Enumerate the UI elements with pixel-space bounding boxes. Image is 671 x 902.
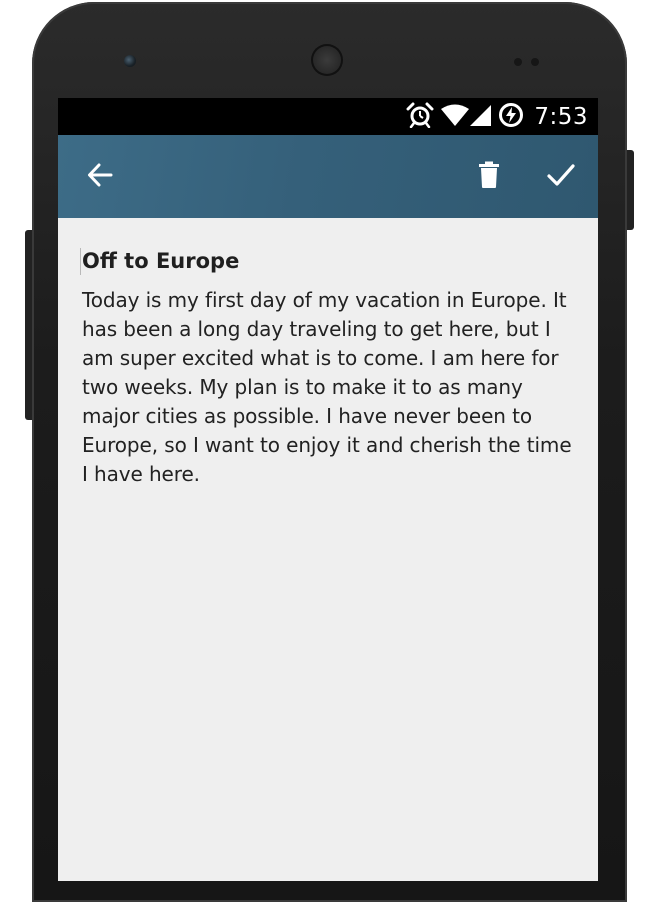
- note-title: Off to Europe: [82, 249, 240, 273]
- proximity-sensor: [514, 58, 522, 66]
- back-arrow-icon: [86, 161, 114, 193]
- light-sensor: [531, 58, 539, 66]
- text-cursor: [80, 248, 81, 275]
- save-button[interactable]: [531, 135, 591, 218]
- signal-icon: [470, 103, 492, 131]
- wifi-icon: [440, 103, 470, 131]
- app-bar: [58, 135, 598, 218]
- power-button: [626, 150, 634, 230]
- front-camera: [124, 55, 136, 67]
- battery-charging-icon: [498, 102, 524, 132]
- note-title-field[interactable]: Off to Europe: [80, 246, 578, 276]
- note-body-field[interactable]: Today is my first day of my vacation in …: [82, 286, 578, 489]
- status-bar: 7:53: [58, 98, 598, 135]
- checkmark-icon: [546, 162, 576, 192]
- status-icons: 7:53: [406, 98, 588, 135]
- back-button[interactable]: [70, 135, 130, 218]
- screen: 7:53 Off to Europe Today is my first day…: [58, 98, 598, 881]
- note-editor[interactable]: Off to Europe Today is my first day of m…: [80, 218, 578, 489]
- delete-button[interactable]: [459, 135, 519, 218]
- status-time: 7:53: [534, 103, 588, 130]
- earpiece-speaker: [311, 44, 343, 76]
- trash-icon: [477, 161, 501, 193]
- note-body: Today is my first day of my vacation in …: [82, 288, 572, 486]
- alarm-icon: [406, 102, 434, 132]
